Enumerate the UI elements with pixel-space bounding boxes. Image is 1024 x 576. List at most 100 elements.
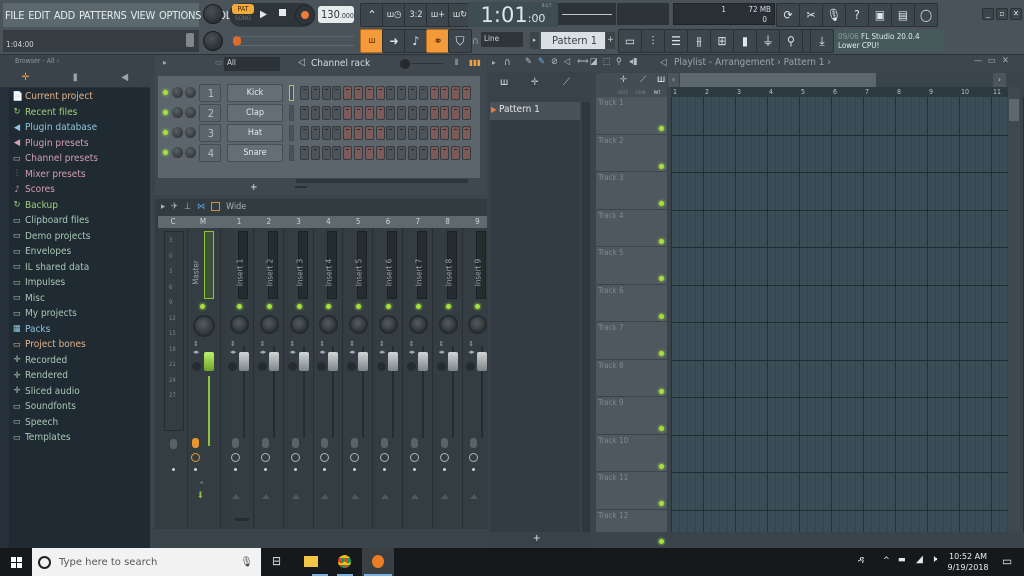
browser-item[interactable]: ▭ Impulses: [9, 275, 150, 291]
pattern-clip-icon[interactable]: ш: [657, 74, 665, 85]
send-arrow-icon[interactable]: [410, 494, 419, 499]
step-edit-button[interactable]: ш+: [426, 3, 450, 27]
step-button[interactable]: [343, 106, 353, 120]
timeline-ruler[interactable]: [671, 87, 1008, 97]
insert-pan-knob[interactable]: [230, 315, 249, 334]
insert-pan-knob[interactable]: [349, 315, 369, 334]
mode-note[interactable]: NOTE: [618, 90, 628, 95]
browser-item[interactable]: ▦ Packs: [9, 322, 150, 338]
stereo-separation-icon[interactable]: ⇕ ◂▸: [230, 340, 236, 356]
step-button[interactable]: [364, 126, 374, 140]
audio-clip-icon[interactable]: ✛: [620, 75, 627, 85]
master-pan-knob[interactable]: [193, 315, 215, 337]
step-button[interactable]: [321, 146, 331, 160]
browser-item[interactable]: ◀ Plugin presets: [9, 136, 150, 152]
insert-fader[interactable]: [358, 352, 369, 371]
step-button[interactable]: [418, 126, 428, 140]
channel-select[interactable]: [289, 85, 294, 101]
mixer-insert-strip[interactable]: Insert 4 ⇕ ◂▸: [314, 228, 344, 529]
channel-pan-knob[interactable]: [185, 87, 196, 98]
step-button[interactable]: [418, 106, 428, 120]
stereo-separation-icon[interactable]: ⇕ ◂▸: [468, 340, 474, 356]
channel-pan-knob[interactable]: [185, 107, 196, 118]
action-center-icon[interactable]: ▭: [1002, 554, 1012, 568]
step-button[interactable]: [408, 106, 417, 120]
stop-icon[interactable]: [279, 9, 286, 16]
step-button[interactable]: [375, 106, 385, 120]
scroll-left-button[interactable]: ‹: [668, 73, 679, 87]
wait-input-button[interactable]: ш◷: [382, 3, 406, 27]
menu-file[interactable]: FILE: [5, 9, 24, 22]
latency-icon[interactable]: [380, 453, 389, 462]
track-header[interactable]: Track 10: [596, 435, 667, 472]
insert-pan-knob[interactable]: [259, 315, 279, 334]
save-icon[interactable]: ▣: [868, 3, 892, 27]
step-button[interactable]: [408, 86, 417, 100]
channel-select[interactable]: [289, 105, 294, 121]
playlist-minimize-button[interactable]: —: [974, 56, 982, 66]
blend-notes-icon[interactable]: ♪: [404, 29, 428, 53]
swing-slider[interactable]: [411, 63, 443, 64]
channel-mixer-track[interactable]: 1: [199, 84, 221, 102]
windows-start-icon[interactable]: [11, 557, 22, 568]
insert-pan-knob[interactable]: [408, 315, 428, 334]
step-button[interactable]: [440, 146, 450, 160]
horizontal-scrollbar[interactable]: [296, 179, 468, 183]
mixer-insert-strip[interactable]: Insert 8 ⇕ ◂▸: [433, 228, 463, 529]
slip-icon[interactable]: ⟺: [577, 57, 589, 67]
insert-fader[interactable]: [417, 352, 428, 371]
step-button[interactable]: [321, 126, 331, 140]
step-button[interactable]: [343, 146, 353, 160]
step-button[interactable]: [397, 106, 407, 120]
insert-fader[interactable]: [388, 352, 398, 371]
stereo-separation-icon[interactable]: ⇕ ◂▸: [439, 340, 445, 356]
restore-window-button[interactable]: ▫: [996, 8, 1008, 20]
browser-item[interactable]: 📄 Current project: [9, 89, 150, 105]
browser-item[interactable]: ▭ Envelopes: [9, 244, 150, 260]
step-button[interactable]: [332, 106, 342, 120]
taskbar-search-box[interactable]: Type here to search 🎙: [32, 548, 261, 576]
record-button[interactable]: [295, 5, 315, 25]
channel-enabled-led[interactable]: [163, 130, 168, 135]
track-header[interactable]: Track 1: [596, 97, 667, 135]
news-panel[interactable]: 09/06 FL Studio 20.0.4 Lower CPU!: [834, 30, 944, 51]
record-arm-icon[interactable]: [321, 438, 329, 448]
wifi-icon[interactable]: ◢: [916, 554, 923, 565]
stereo-separation-icon[interactable]: ⇕ ◂▸: [349, 340, 355, 356]
step-button[interactable]: [343, 126, 353, 140]
stereo-separation-icon[interactable]: ⇕ ◂▸: [379, 340, 385, 356]
track-enable-led[interactable]: [659, 163, 664, 169]
send-arrow-icon[interactable]: [261, 494, 270, 499]
magnet-icon[interactable]: ∩: [504, 57, 511, 68]
insert-enable-led[interactable]: [415, 304, 421, 309]
step-button[interactable]: [321, 86, 331, 100]
browser-item[interactable]: ▭ Demo projects: [9, 229, 150, 245]
insert-fader[interactable]: [477, 352, 488, 371]
playlist-horizontal-scrollbar[interactable]: [680, 73, 876, 87]
mixer-insert-strip[interactable]: Insert 2 ⇕ ◂▸: [254, 228, 284, 529]
select-icon[interactable]: ⬚: [603, 57, 611, 67]
insert-stereo-knob[interactable]: [257, 362, 267, 371]
show-hidden-icons-chevron[interactable]: ^: [883, 556, 890, 566]
latency-icon[interactable]: [231, 453, 240, 462]
insert-fader[interactable]: [298, 352, 309, 371]
step-button[interactable]: [375, 126, 385, 140]
master-volume-knob[interactable]: [203, 4, 223, 24]
mute-icon[interactable]: ◁: [564, 57, 570, 67]
channel-name-button[interactable]: Hat: [227, 124, 283, 142]
delete-icon[interactable]: ⊘: [551, 57, 558, 67]
record-arm-icon[interactable]: [440, 438, 448, 448]
browser-tab-plugins-icon[interactable]: ◀: [121, 72, 128, 83]
mixer-master-strip[interactable]: Master ⇕ ◂▸ ^ ⬇: [188, 228, 221, 529]
track-enable-led[interactable]: [659, 388, 664, 394]
mixer-up-icon[interactable]: ⊥: [184, 202, 191, 212]
insert-enable-led[interactable]: [296, 304, 302, 309]
snap-select[interactable]: Line: [481, 32, 523, 47]
system-clock[interactable]: 10:52 AM 9/19/2018: [945, 551, 991, 573]
countdown-button[interactable]: 3:2: [404, 3, 428, 27]
track-header[interactable]: Track 11: [596, 472, 667, 510]
route-up-icon[interactable]: ^: [199, 481, 204, 489]
insert-stereo-knob[interactable]: [228, 362, 237, 371]
step-button[interactable]: [429, 86, 439, 100]
browser-item[interactable]: ◀ Plugin database: [9, 120, 150, 136]
